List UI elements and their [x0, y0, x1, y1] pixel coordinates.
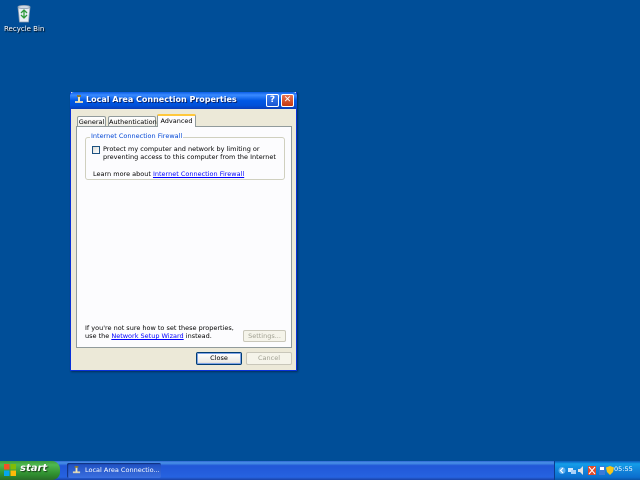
- recycle-bin-icon: [13, 2, 35, 24]
- firewall-group-legend: Internet Connection Firewall: [90, 132, 184, 140]
- settings-button[interactable]: Settings...: [243, 330, 286, 342]
- security-icon[interactable]: [588, 466, 596, 475]
- close-button[interactable]: Close: [196, 352, 242, 365]
- hint-suffix: instead.: [185, 332, 212, 340]
- tab-advanced[interactable]: Advanced: [157, 114, 196, 127]
- close-window-button[interactable]: ✕: [281, 94, 294, 107]
- update-icon[interactable]: [598, 466, 606, 475]
- start-button[interactable]: start: [0, 461, 60, 480]
- taskbar-item-local-area-connection[interactable]: Local Area Connectio...: [67, 463, 161, 478]
- desktop-icon-recycle-bin[interactable]: Recycle Bin: [4, 2, 44, 33]
- cancel-button[interactable]: Cancel: [246, 352, 292, 365]
- windows-logo-icon: [4, 464, 16, 476]
- properties-dialog: Local Area Connection Properties ? ✕ Gen…: [70, 92, 297, 371]
- setup-hint: If you're not sure how to set these prop…: [85, 324, 235, 340]
- arrow-left-icon[interactable]: [558, 466, 566, 475]
- network-icon[interactable]: [568, 466, 576, 475]
- start-label: start: [20, 463, 48, 474]
- firewall-help-link[interactable]: Internet Connection Firewall: [153, 170, 244, 178]
- network-setup-wizard-link[interactable]: Network Setup Wizard: [111, 332, 183, 340]
- learn-more-text: Learn more about Internet Connection Fir…: [93, 170, 244, 178]
- clock[interactable]: 05:55: [614, 465, 633, 473]
- firewall-group: Internet Connection Firewall Protect my …: [85, 132, 285, 180]
- tab-panel-advanced: Internet Connection Firewall Protect my …: [76, 126, 292, 348]
- taskbar-item-label: Local Area Connectio...: [85, 466, 160, 474]
- shield-icon[interactable]: [606, 466, 614, 475]
- learn-more-prefix: Learn more about: [93, 170, 151, 178]
- network-connection-icon: [74, 95, 84, 105]
- volume-icon[interactable]: [578, 466, 586, 475]
- network-connection-icon: [72, 466, 81, 475]
- taskbar: start Local Area Connectio... 05:55: [0, 461, 640, 480]
- desktop-icon-label: Recycle Bin: [4, 25, 45, 33]
- title-bar[interactable]: Local Area Connection Properties ? ✕: [70, 92, 297, 109]
- help-button[interactable]: ?: [266, 94, 279, 107]
- system-tray: 05:55: [554, 461, 640, 480]
- window-title: Local Area Connection Properties: [86, 95, 237, 104]
- protect-computer-checkbox[interactable]: [92, 146, 100, 154]
- protect-computer-label[interactable]: Protect my computer and network by limit…: [103, 145, 283, 161]
